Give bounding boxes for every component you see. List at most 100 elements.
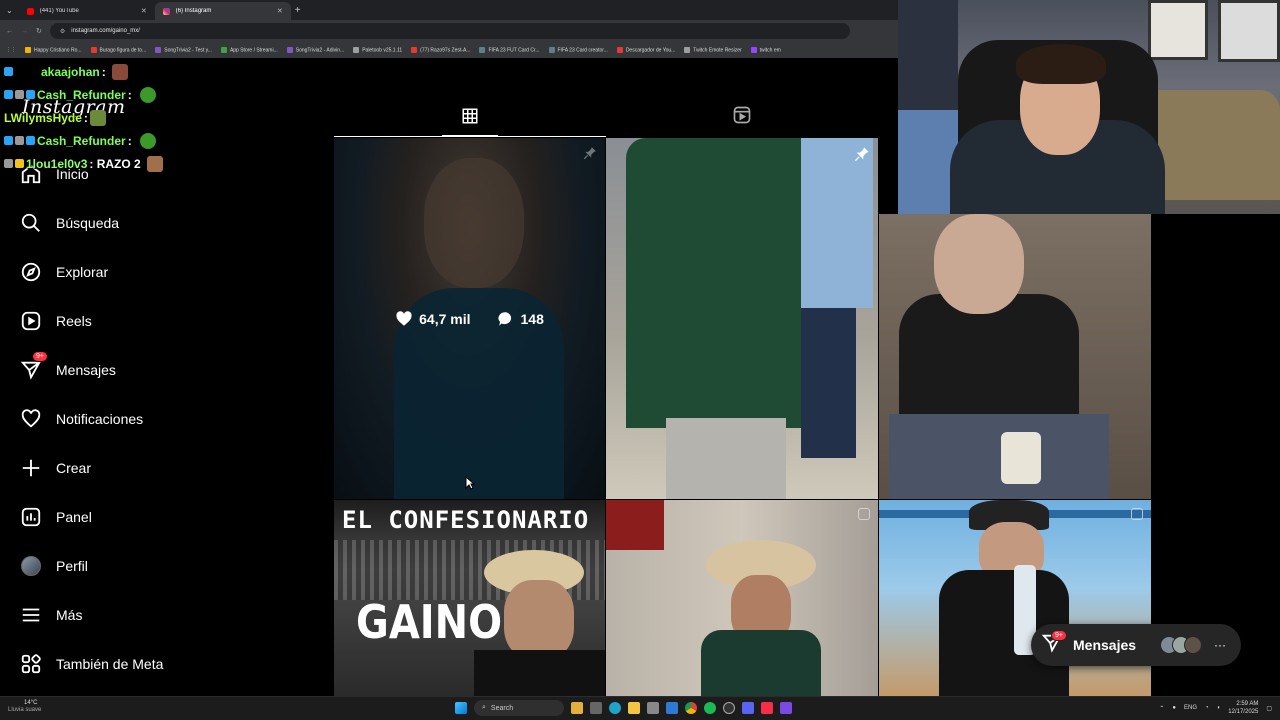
sidebar-item-notificaciones[interactable]: Notificaciones	[20, 394, 163, 443]
edge-icon[interactable]	[609, 702, 621, 714]
language-indicator[interactable]: ENG	[1184, 705, 1197, 711]
sidebar-item-crear[interactable]: Crear	[20, 443, 163, 492]
bookmarks-bar: ⋮⋮ Happy Cristiano Ro... Burago figura de…	[0, 42, 900, 58]
bookmark-item[interactable]: Descargador de You...	[616, 46, 676, 54]
post-thumbnail[interactable]	[879, 500, 1151, 696]
bookmark-favicon-icon	[286, 46, 293, 53]
notifications-icon[interactable]: ▢	[1266, 705, 1272, 712]
comment-filled-icon	[497, 311, 511, 326]
taskbar-search[interactable]: ⌕ Search	[474, 700, 564, 716]
sidebar-item-panel[interactable]: Panel	[20, 492, 163, 541]
avatar-icon	[20, 555, 42, 577]
bookmark-favicon-icon	[353, 46, 360, 53]
tab-instagram[interactable]: (6) Instagram ✕	[154, 2, 291, 20]
search-label: Search	[490, 704, 514, 712]
tab-list-chevron-icon[interactable]: ⌄	[6, 6, 13, 15]
post-thumbnail[interactable]: EL CONFESIONARIO GAINO	[334, 500, 605, 696]
chat-username: Cash_Refunder	[37, 133, 126, 148]
sidebar-item-mas[interactable]: Más	[20, 590, 163, 639]
sidebar-item-reels[interactable]: Reels	[20, 296, 163, 345]
tray-chevron-icon[interactable]: ⌃	[1159, 705, 1164, 712]
volume-icon[interactable]: ◖	[1217, 705, 1221, 711]
back-arrow-icon[interactable]: ←	[6, 28, 13, 35]
comments-count: 148	[520, 310, 544, 327]
bookmark-label: App Store / Streami...	[229, 47, 278, 54]
tab-posts[interactable]	[334, 98, 606, 137]
sidebar-item-label: Notificaciones	[56, 410, 144, 427]
post-thumbnail[interactable]	[606, 138, 878, 499]
red-wall-shape	[606, 500, 664, 550]
bookmark-label: (77) Razo97s Zest-A...	[420, 47, 471, 54]
badge-icon	[4, 159, 13, 168]
post-thumbnail[interactable]: 64,7 mil 148	[334, 138, 605, 499]
task-view-icon[interactable]	[590, 702, 602, 714]
bookmark-item[interactable]: Twitch Emote Resizer	[684, 46, 742, 53]
post-thumbnail[interactable]	[606, 500, 878, 696]
chat-text: :	[127, 133, 132, 148]
file-explorer-icon[interactable]	[628, 702, 640, 714]
webcam-overlay	[898, 0, 1280, 214]
spotify-icon[interactable]	[704, 702, 716, 714]
notification-badge: 9+	[1051, 630, 1067, 641]
bookmark-item[interactable]: SongTrivia2 - Adivin...	[286, 46, 344, 53]
tab-label: (441) YouTube	[39, 8, 79, 14]
chat-text: :	[101, 64, 106, 79]
site-info-icon[interactable]: ⚙	[60, 28, 65, 35]
bookmark-item[interactable]: Happy Cristiano Ro...	[25, 46, 82, 53]
floating-messages-button[interactable]: 9+ Mensajes ···	[1031, 624, 1241, 666]
sidebar-item-label: Panel	[56, 508, 92, 525]
bookmark-item[interactable]: FIFA 23 FUT Card Cr...	[479, 46, 540, 53]
sidebar-item-perfil[interactable]: Perfil	[20, 541, 163, 590]
bookmark-item[interactable]: SongTrivia2 - Test y...	[155, 46, 212, 53]
bookmark-item[interactable]: App Store / Streami...	[220, 46, 278, 54]
windows-start-icon[interactable]	[455, 702, 467, 714]
emote-icon	[111, 63, 128, 80]
url-text: instagram.com/gaino_mx/	[71, 28, 140, 34]
chat-text: :	[83, 110, 88, 125]
store-icon[interactable]	[647, 702, 659, 714]
post-thumbnail[interactable]	[879, 214, 1151, 499]
bookmark-item[interactable]: (77) Razo97s Zest-A...	[411, 46, 471, 54]
sidebar-item-label: Mensajes	[56, 361, 116, 378]
music-icon[interactable]	[761, 702, 773, 714]
black-shirt-shape	[899, 294, 1079, 434]
bookmark-favicon-icon	[220, 46, 227, 53]
tab-reels[interactable]	[606, 98, 878, 137]
widgets-icon[interactable]	[571, 702, 583, 714]
sidebar-item-meta[interactable]: También de Meta	[20, 639, 163, 688]
app-icon[interactable]	[780, 702, 792, 714]
badge-icon	[15, 159, 24, 168]
close-tab-icon[interactable]: ✕	[277, 7, 283, 15]
bookmark-item[interactable]: Paletoob v25.1.11	[353, 46, 403, 54]
mail-icon[interactable]	[666, 702, 678, 714]
bookmark-item[interactable]: FIFA 23 Card creator...	[548, 46, 608, 53]
emote-icon	[146, 155, 163, 172]
bookmark-favicon-icon	[616, 46, 623, 53]
close-tab-icon[interactable]: ✕	[141, 7, 147, 15]
reload-icon[interactable]: ↻	[36, 27, 42, 35]
system-tray: ⌃ ● ENG ◔ ◖ 2:59 AM 12/17/2025 ▢	[1159, 700, 1272, 716]
apps-grid-icon[interactable]: ⋮⋮	[6, 47, 16, 53]
notification-badge: 9+	[32, 351, 48, 362]
sidebar-item-mensajes[interactable]: 9+ Mensajes	[20, 345, 163, 394]
pin-icon	[854, 146, 870, 167]
forward-arrow-icon[interactable]: →	[21, 28, 28, 35]
new-tab-plus-icon[interactable]: +	[295, 5, 301, 16]
weather-widget[interactable]: 14°C Lluvia suave	[8, 700, 41, 714]
wifi-icon[interactable]: ◔	[1205, 705, 1209, 711]
mic-icon[interactable]: ●	[1172, 705, 1176, 711]
chrome-icon[interactable]	[685, 702, 697, 714]
bookmark-item[interactable]: twitch em	[750, 46, 781, 53]
sidebar-item-explorar[interactable]: Explorar	[20, 247, 163, 296]
clock[interactable]: 2:59 AM 12/17/2025	[1228, 700, 1258, 716]
tab-youtube[interactable]: (441) YouTube ✕	[19, 2, 155, 20]
bookmark-label: Paletoob v25.1.11	[362, 47, 403, 54]
url-field[interactable]: ⚙ instagram.com/gaino_mx/	[49, 23, 850, 39]
bookmark-label: Descargador de You...	[625, 47, 676, 54]
bookmark-item[interactable]: Burago figura de to...	[90, 46, 146, 53]
discord-icon[interactable]	[742, 702, 754, 714]
obs-icon[interactable]	[723, 702, 735, 714]
meta-icon	[20, 653, 42, 675]
likes-count: 64,7 mil	[419, 310, 471, 327]
sidebar-item-busqueda[interactable]: Búsqueda	[20, 198, 163, 247]
